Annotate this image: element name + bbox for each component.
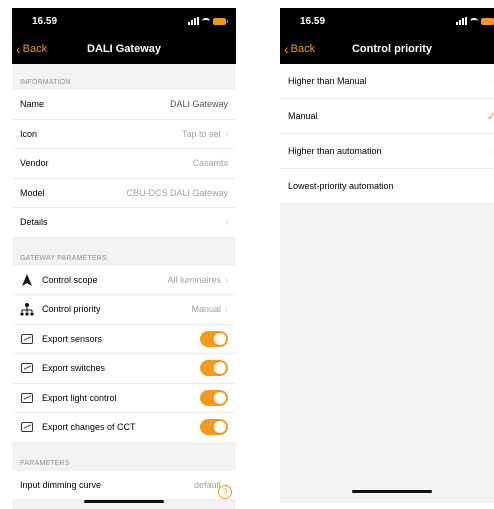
row-export-switches: Export switches <box>12 354 236 384</box>
option-manual[interactable]: Manual ✓ <box>280 99 494 134</box>
back-button[interactable]: ‹ Back <box>284 42 315 56</box>
graph-box-icon <box>20 391 34 405</box>
row-value: All luminaires <box>167 274 221 285</box>
option-label: Manual <box>288 111 318 121</box>
row-model: Model CBU-DCS DALI Gateway <box>12 178 236 208</box>
option-label: Lowest-priority automation <box>288 181 394 191</box>
graph-box-icon <box>20 332 34 346</box>
checkmark-icon: ✓ <box>486 110 494 123</box>
back-button[interactable]: ‹ Back <box>16 42 47 56</box>
option-label: Higher than Manual <box>288 76 367 86</box>
chevron-right-icon: › <box>225 217 228 228</box>
row-icon[interactable]: Icon Tap to set › <box>12 119 236 149</box>
row-value: CBU-DCS DALI Gateway <box>126 187 228 198</box>
battery-icon <box>213 17 228 25</box>
row-vendor: Vendor Casambi <box>12 149 236 179</box>
hierarchy-icon <box>20 302 34 316</box>
chevron-right-icon: › <box>225 304 228 315</box>
section-header-parameters: PARAMETERS <box>12 442 236 471</box>
graph-box-icon <box>20 420 34 434</box>
option-higher-than-automation[interactable]: Higher than automation › <box>280 134 494 169</box>
row-label: Name <box>20 99 45 110</box>
row-value: default <box>193 479 221 490</box>
row-label: Control priority <box>42 304 101 315</box>
status-icons <box>456 17 494 25</box>
row-label: Model <box>20 187 45 198</box>
row-value: Manual <box>191 304 221 315</box>
row-label: Control scope <box>42 274 98 285</box>
home-indicator[interactable] <box>84 500 164 503</box>
navigation-arrow-icon <box>20 273 34 287</box>
export-light-control-toggle[interactable] <box>200 389 228 406</box>
graph-box-icon <box>20 361 34 375</box>
wifi-icon <box>470 18 478 24</box>
chevron-left-icon: ‹ <box>284 41 289 57</box>
section-header-gateway-parameters: GATEWAY PARAMETERS <box>12 237 236 266</box>
section-header-information: INFORMATION <box>12 64 236 90</box>
row-label: Export switches <box>42 363 106 374</box>
row-label: Vendor <box>20 158 49 169</box>
row-input-dimming-curve[interactable]: Input dimming curve default › <box>12 470 236 500</box>
home-indicator[interactable] <box>352 490 432 493</box>
help-icon[interactable]: ? <box>218 485 232 499</box>
option-label: Higher than automation <box>288 146 382 156</box>
row-label: Icon <box>20 128 38 139</box>
battery-icon <box>481 17 494 25</box>
wifi-icon <box>202 18 210 24</box>
row-value: Tap to set <box>181 128 221 139</box>
row-value: Casambi <box>192 158 228 169</box>
row-label: Input dimming curve <box>20 479 102 490</box>
export-cct-toggle[interactable] <box>200 419 228 436</box>
option-higher-than-manual[interactable]: Higher than Manual › <box>280 64 494 99</box>
row-label: Export sensors <box>42 333 103 344</box>
row-export-sensors: Export sensors <box>12 324 236 354</box>
signal-icon <box>188 17 199 25</box>
status-time: 16.59 <box>32 15 58 27</box>
row-label: Export light control <box>42 392 117 403</box>
back-label: Back <box>22 43 48 55</box>
row-name[interactable]: Name DALI Gateway <box>12 90 236 120</box>
export-switches-toggle[interactable] <box>200 360 228 377</box>
status-bar: 16.59 <box>12 8 236 34</box>
row-control-priority[interactable]: Control priority Manual › <box>12 295 236 325</box>
row-value: DALI Gateway <box>169 99 228 110</box>
export-sensors-toggle[interactable] <box>200 330 228 347</box>
row-export-light-control: Export light control <box>12 383 236 413</box>
row-export-cct: Export changes of CCT <box>12 413 236 443</box>
row-details[interactable]: Details › <box>12 208 236 238</box>
status-icons <box>188 17 228 25</box>
chevron-left-icon: ‹ <box>16 41 21 57</box>
navigation-bar: ‹ Back DALI Gateway <box>12 34 236 64</box>
navigation-bar: ‹ Back Control priority <box>280 34 494 64</box>
control-priority-screen: 16.59 ‹ Back Control priority Higher tha… <box>280 8 494 503</box>
gateway-screen: 16.59 ‹ Back DALI Gateway INFORMATION Na… <box>12 8 236 509</box>
chevron-right-icon: › <box>225 274 228 285</box>
status-bar: 16.59 <box>280 8 494 34</box>
chevron-right-icon: › <box>225 128 228 139</box>
status-time: 16.59 <box>300 15 326 27</box>
back-label: Back <box>290 43 316 55</box>
row-label: Export changes of CCT <box>42 422 136 433</box>
signal-icon <box>456 17 467 25</box>
option-lowest-priority-automation[interactable]: Lowest-priority automation › <box>280 169 494 204</box>
row-label: Details <box>20 217 48 228</box>
row-control-scope[interactable]: Control scope All luminaires › <box>12 265 236 295</box>
